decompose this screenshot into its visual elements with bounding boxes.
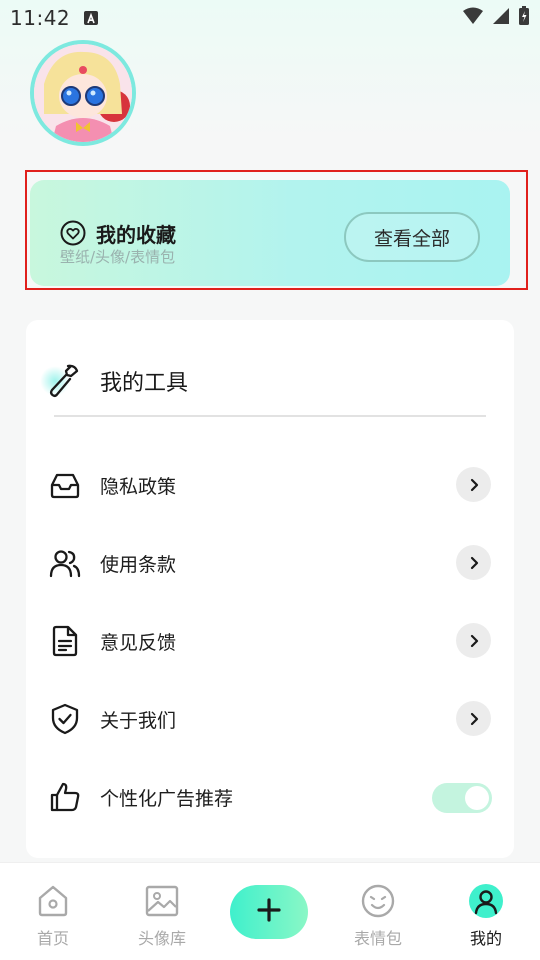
list-item-label: 个性化广告推荐 (100, 788, 234, 810)
nav-label: 表情包 (353, 929, 402, 948)
tools-card: 我的工具 隐私政策 使用条款 意见反馈 关于我们 个性化广告推荐 (26, 320, 514, 858)
image-icon (144, 883, 180, 919)
thumbs-up-icon (48, 780, 82, 814)
list-item-label: 隐私政策 (100, 476, 177, 498)
nav-stickers[interactable]: 表情包 (333, 863, 423, 960)
list-item-label: 关于我们 (100, 710, 177, 732)
inbox-icon (48, 468, 82, 502)
nav-avatar-library[interactable]: 头像库 (117, 863, 207, 960)
home-icon (35, 883, 71, 919)
list-item-privacy-policy[interactable]: 隐私政策 (26, 454, 514, 514)
plus-icon (256, 897, 282, 927)
battery-icon (519, 6, 529, 25)
list-item-feedback[interactable]: 意见反馈 (26, 610, 514, 670)
favorites-title: 我的收藏 (96, 223, 176, 247)
nav-mine[interactable]: 我的 (441, 863, 531, 960)
users-icon (48, 546, 82, 580)
list-item-personalized-ads: 个性化广告推荐 (26, 766, 514, 826)
document-icon (48, 624, 82, 658)
add-button[interactable] (230, 885, 308, 939)
tools-divider (54, 415, 486, 417)
profile-screen: 11:42 我的收藏 壁纸/头像/表情包 查看全部 我的工具 隐私政策 使用条款… (0, 0, 540, 960)
list-item-label: 使用条款 (100, 554, 177, 576)
list-item-about-us[interactable]: 关于我们 (26, 688, 514, 748)
toggle-knob (465, 786, 489, 810)
chevron-right-icon[interactable] (456, 623, 491, 658)
user-icon (468, 883, 504, 919)
personalized-ads-toggle[interactable] (432, 783, 492, 813)
favorites-card[interactable]: 我的收藏 壁纸/头像/表情包 查看全部 (30, 180, 510, 286)
chevron-right-icon[interactable] (456, 545, 491, 580)
favorites-subtitle: 壁纸/头像/表情包 (60, 248, 176, 266)
nav-label: 头像库 (137, 929, 186, 948)
signal-icon (493, 8, 509, 24)
view-all-button[interactable]: 查看全部 (344, 212, 480, 262)
list-item-terms-of-use[interactable]: 使用条款 (26, 532, 514, 592)
nav-label: 首页 (36, 929, 69, 948)
status-time: 11:42 (10, 6, 71, 30)
nav-home[interactable]: 首页 (8, 863, 98, 960)
tools-title: 我的工具 (100, 371, 189, 396)
bottom-nav: 首页 头像库 表情包 我的 (0, 862, 540, 960)
nav-label: 我的 (469, 929, 502, 948)
shield-check-icon (48, 702, 82, 736)
wrench-icon (42, 360, 82, 400)
wifi-icon (463, 7, 483, 24)
chevron-right-icon[interactable] (456, 701, 491, 736)
avatar[interactable] (30, 40, 136, 146)
notification-icon (84, 11, 98, 25)
list-item-label: 意见反馈 (100, 632, 177, 654)
smiley-icon (360, 883, 396, 919)
chevron-right-icon[interactable] (456, 467, 491, 502)
status-bar: 11:42 (0, 0, 540, 36)
